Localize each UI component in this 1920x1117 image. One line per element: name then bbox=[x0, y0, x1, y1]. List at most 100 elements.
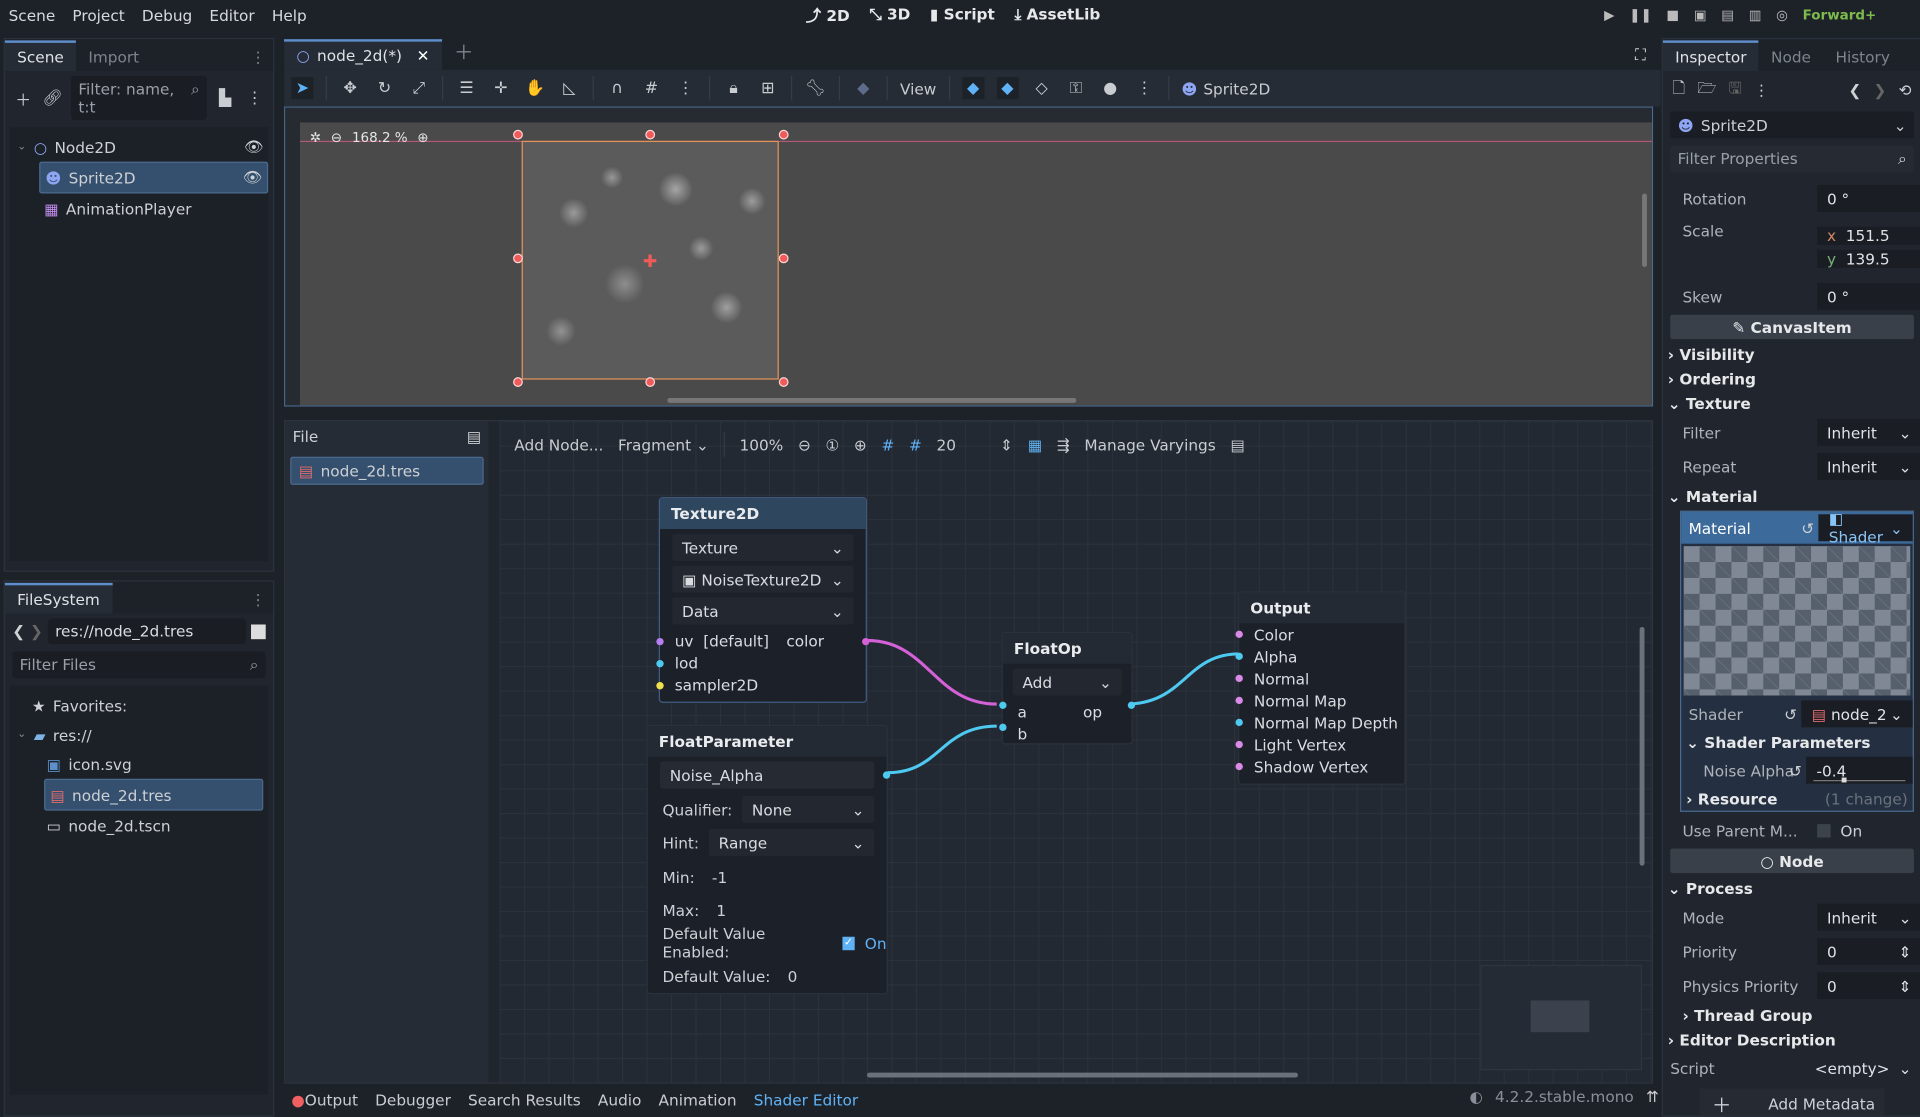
texture-resource-picker[interactable]: ▣ NoiseTexture2D ⌄ bbox=[672, 565, 854, 593]
lock-icon[interactable]: 🔒︎ bbox=[722, 77, 744, 99]
scale-y-field[interactable]: y 139.5 bbox=[1817, 249, 1920, 269]
renderer-selector[interactable]: Forward+ bbox=[1803, 7, 1877, 23]
tree-item-sprite2d[interactable]: ☻ Sprite2D 👁︎ bbox=[39, 161, 269, 194]
priority-spinbox[interactable]: 0 ⇕ bbox=[1817, 937, 1920, 965]
tab-scene[interactable]: Scene bbox=[4, 40, 77, 72]
save-icon[interactable]: 🖫︎ bbox=[1728, 77, 1741, 103]
remote-debug-icon[interactable]: ▣ bbox=[1694, 7, 1707, 23]
expand-panel-icon[interactable]: ⇈ bbox=[1646, 1087, 1659, 1105]
move-tool-icon[interactable]: ✥ bbox=[339, 77, 361, 99]
tab-node[interactable]: Node bbox=[1759, 43, 1823, 71]
tree-item-favorites[interactable]: ★ Favorites: bbox=[10, 691, 268, 720]
tree-item-res[interactable]: ⌄ ▰ res:// bbox=[10, 720, 268, 749]
more-icon[interactable]: ⋮ bbox=[675, 77, 697, 99]
tab-import[interactable]: Import bbox=[76, 43, 151, 71]
dock-menu-icon[interactable]: ⋮ bbox=[243, 585, 273, 613]
section-process[interactable]: ⌄ Process bbox=[1663, 876, 1920, 900]
distraction-free-icon[interactable]: ⛶ bbox=[1625, 40, 1655, 69]
tab-shader-editor[interactable]: Shader Editor bbox=[754, 1090, 858, 1108]
more-icon[interactable]: ⋮ bbox=[1754, 81, 1769, 99]
script-picker[interactable]: <empty> ⌄ bbox=[1805, 1054, 1920, 1081]
tab-debugger[interactable]: Debugger bbox=[375, 1090, 451, 1108]
shader-picker[interactable]: ▤ node_2 ⌄ bbox=[1801, 700, 1913, 728]
section-visibility[interactable]: › Visibility bbox=[1663, 342, 1920, 366]
max-field[interactable]: 1 bbox=[716, 901, 726, 919]
filter-select[interactable]: Inherit ⌄ bbox=[1817, 418, 1920, 446]
visibility-eye-icon[interactable]: 👁︎ bbox=[243, 168, 262, 188]
filter-files-input[interactable]: Filter Files ⌕ bbox=[12, 651, 266, 679]
shader-file-item[interactable]: ▤ node_2d.tres bbox=[290, 456, 484, 485]
graph-minimap[interactable] bbox=[1480, 964, 1643, 1071]
auto-key-icon[interactable]: ● bbox=[1099, 77, 1121, 99]
history-back-icon[interactable]: ❮ bbox=[1848, 81, 1861, 99]
menu-debug[interactable]: Debug bbox=[142, 6, 192, 24]
visual-shader-graph[interactable]: Add Node... Fragment ⌄ 100% ⊖ ① ⊕ # # 20… bbox=[499, 421, 1652, 1083]
tree-item-icon-svg[interactable]: ▣ icon.svg bbox=[10, 749, 268, 778]
resize-handle[interactable] bbox=[513, 129, 523, 140]
new-resource-icon[interactable]: 🗋︎ bbox=[1673, 77, 1685, 103]
tree-item-node2d[interactable]: ⌄ ○ Node2D 👁︎ bbox=[10, 132, 268, 161]
camera-override-icon[interactable]: ◆ bbox=[852, 77, 874, 99]
scale-tool-icon[interactable]: ⤢ bbox=[408, 77, 430, 99]
min-field[interactable]: -1 bbox=[712, 868, 727, 886]
resize-handle[interactable] bbox=[645, 377, 656, 387]
output-port-value[interactable] bbox=[882, 771, 891, 779]
back-icon[interactable]: ❮ bbox=[12, 622, 25, 640]
spinner-icon[interactable]: ⇕ bbox=[1899, 942, 1912, 960]
key-scale-icon[interactable]: ◇ bbox=[1031, 77, 1053, 99]
input-port-sampler[interactable] bbox=[656, 682, 664, 690]
menu-project[interactable]: Project bbox=[72, 6, 124, 24]
more-icon[interactable]: ⋮ bbox=[1133, 77, 1155, 99]
input-port[interactable] bbox=[1235, 762, 1243, 771]
menu-editor[interactable]: Editor bbox=[209, 6, 254, 24]
add-node-icon[interactable]: ＋ bbox=[12, 87, 34, 109]
input-port[interactable] bbox=[1235, 718, 1243, 727]
object-selector[interactable]: ☻ Sprite2D ⌄ bbox=[1670, 111, 1914, 139]
input-port-b[interactable] bbox=[999, 723, 1007, 732]
section-thread-group[interactable]: › Thread Group bbox=[1663, 1003, 1920, 1027]
script-attach-icon[interactable]: ▙ bbox=[214, 87, 236, 109]
default-enabled-checkbox[interactable]: ✓ bbox=[841, 936, 855, 950]
pause-icon[interactable]: ❚❚ bbox=[1629, 7, 1652, 23]
path-field[interactable]: res://node_2d.tres bbox=[47, 618, 247, 645]
section-material[interactable]: ⌄ Material bbox=[1663, 484, 1920, 508]
section-ordering[interactable]: › Ordering bbox=[1663, 366, 1920, 390]
canvas-area[interactable]: ✚ ✲ ⊖ 168.2 % ⊕ bbox=[300, 122, 1652, 406]
tree-item-node2d-tres[interactable]: ▤ node_2d.tres bbox=[44, 778, 264, 811]
material-picker[interactable]: ◧ Shader ⌄ bbox=[1818, 509, 1913, 546]
select-tool-icon[interactable]: ➤ bbox=[291, 77, 314, 100]
canvas-viewport[interactable]: ✚ ✲ ⊖ 168.2 % ⊕ bbox=[284, 106, 1654, 407]
rotate-tool-icon[interactable]: ↻ bbox=[373, 77, 395, 99]
input-port[interactable] bbox=[1235, 696, 1243, 705]
play-custom-scene-icon[interactable]: ▥ bbox=[1749, 7, 1762, 23]
zoom-level[interactable]: 168.2 % bbox=[352, 130, 408, 146]
insert-key-icon[interactable]: ⚿ bbox=[1065, 77, 1087, 99]
qualifier-select[interactable]: None ⌄ bbox=[742, 795, 875, 823]
revert-icon[interactable]: ↺ bbox=[1789, 761, 1802, 779]
add-scene-tab-button[interactable]: ＋ bbox=[442, 31, 486, 70]
split-view-icon[interactable] bbox=[251, 623, 266, 639]
resize-handle[interactable] bbox=[513, 253, 523, 264]
tab-inspector[interactable]: Inspector bbox=[1662, 40, 1759, 72]
texture2d-node[interactable]: Texture2D Texture ⌄ ▣ NoiseTexture2D ⌄ Dat… bbox=[656, 497, 870, 703]
connection-color-to-a[interactable] bbox=[866, 638, 997, 706]
resize-handle[interactable] bbox=[778, 377, 789, 387]
resize-handle[interactable] bbox=[513, 377, 523, 387]
visibility-eye-icon[interactable]: 👁︎ bbox=[244, 137, 263, 157]
rotation-field[interactable]: 0 ° bbox=[1817, 184, 1920, 212]
operator-select[interactable]: Add ⌄ bbox=[1012, 668, 1122, 696]
list-select-icon[interactable]: ☰ bbox=[456, 77, 478, 99]
dock-menu-icon[interactable]: ⋮ bbox=[243, 43, 273, 71]
connection-op-to-alpha[interactable] bbox=[1125, 652, 1240, 706]
resize-handle[interactable] bbox=[778, 253, 789, 264]
input-port-lod[interactable] bbox=[656, 660, 664, 668]
tab-search-results[interactable]: Search Results bbox=[468, 1090, 581, 1108]
tab-animation[interactable]: Animation bbox=[659, 1090, 737, 1108]
vertical-scrollbar[interactable] bbox=[1642, 193, 1647, 267]
use-parent-checkbox[interactable] bbox=[1817, 823, 1831, 837]
default-value-field[interactable]: 0 bbox=[788, 967, 798, 985]
tab-output[interactable]: ●Output bbox=[291, 1090, 358, 1108]
graph-vertical-scrollbar[interactable] bbox=[1639, 626, 1645, 866]
input-port[interactable] bbox=[1235, 740, 1243, 749]
close-icon[interactable]: ✕ bbox=[417, 47, 430, 65]
